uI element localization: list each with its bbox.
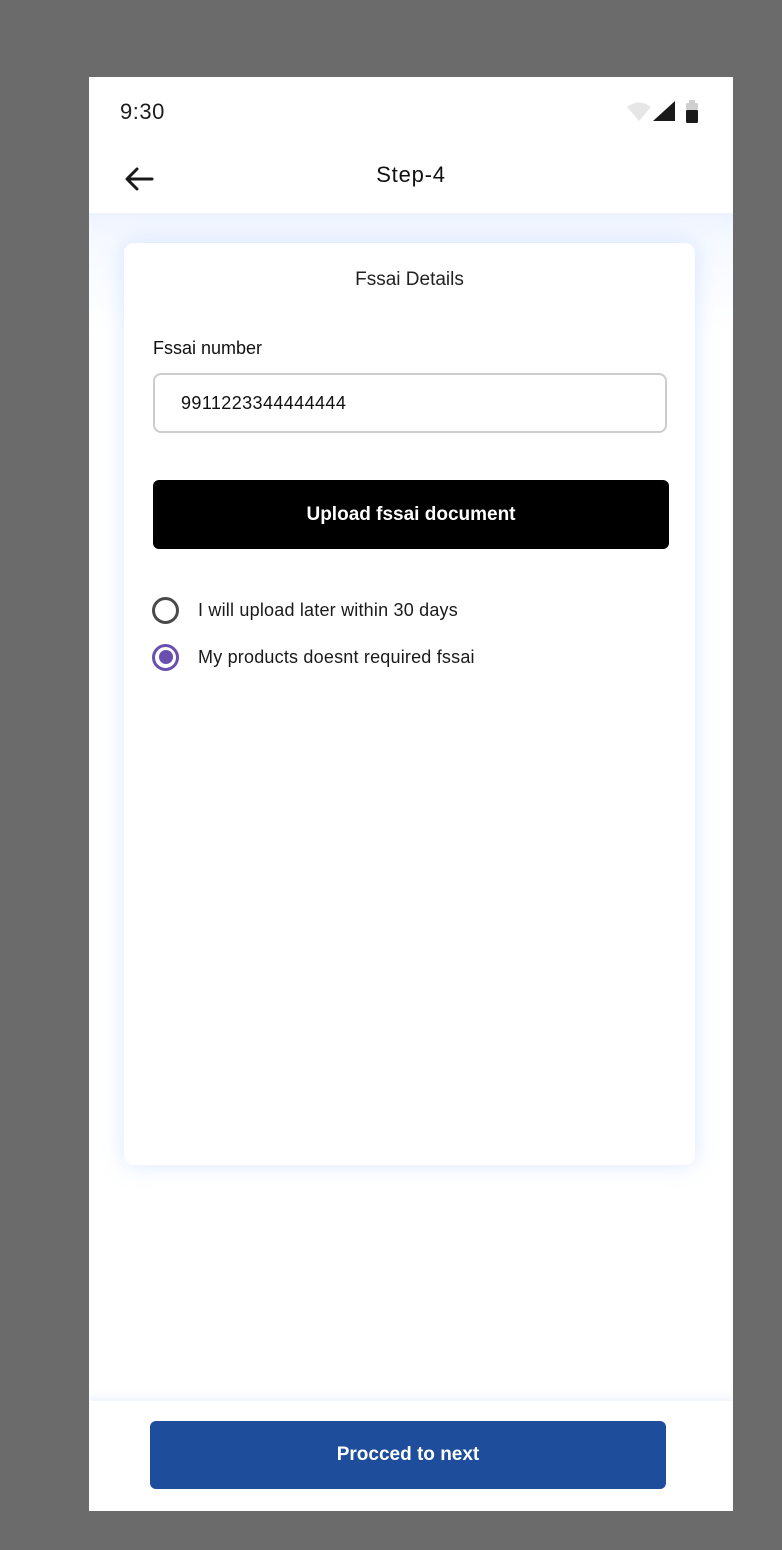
radio-fssai-not-required[interactable]: My products doesnt required fssai — [152, 640, 475, 674]
radio-label-fssai-not-required: My products doesnt required fssai — [198, 646, 475, 667]
status-time: 9:30 — [120, 99, 165, 124]
cellular-signal-icon — [653, 101, 675, 121]
upload-fssai-document-button[interactable]: Upload fssai document — [153, 480, 669, 549]
status-bar: 9:30 — [89, 77, 733, 147]
radio-selected-dot — [158, 650, 173, 664]
card-title: Fssai Details — [355, 269, 464, 290]
page-title: Step-4 — [376, 162, 446, 187]
radio-button-unchecked[interactable] — [152, 596, 179, 624]
radio-upload-later[interactable]: I will upload later within 30 days — [152, 593, 458, 627]
radio-label-upload-later: I will upload later within 30 days — [198, 599, 458, 620]
app-bar: Step-4 — [89, 147, 733, 213]
wifi-icon — [627, 102, 651, 121]
fssai-details-card: Fssai Details Fssai number Upload fssai … — [124, 243, 695, 1165]
fssai-number-input[interactable] — [153, 373, 667, 433]
fssai-number-label: Fssai number — [153, 338, 263, 358]
proceed-to-next-button[interactable]: Procced to next — [150, 1421, 666, 1489]
battery-icon — [686, 100, 698, 123]
status-icons — [625, 99, 705, 127]
radio-button-checked[interactable] — [152, 643, 179, 671]
bottom-action-bar: Procced to next — [89, 1401, 733, 1511]
phone-screen: 9:30 Step-4 Fssai Details Fssai number 9… — [89, 77, 733, 1511]
